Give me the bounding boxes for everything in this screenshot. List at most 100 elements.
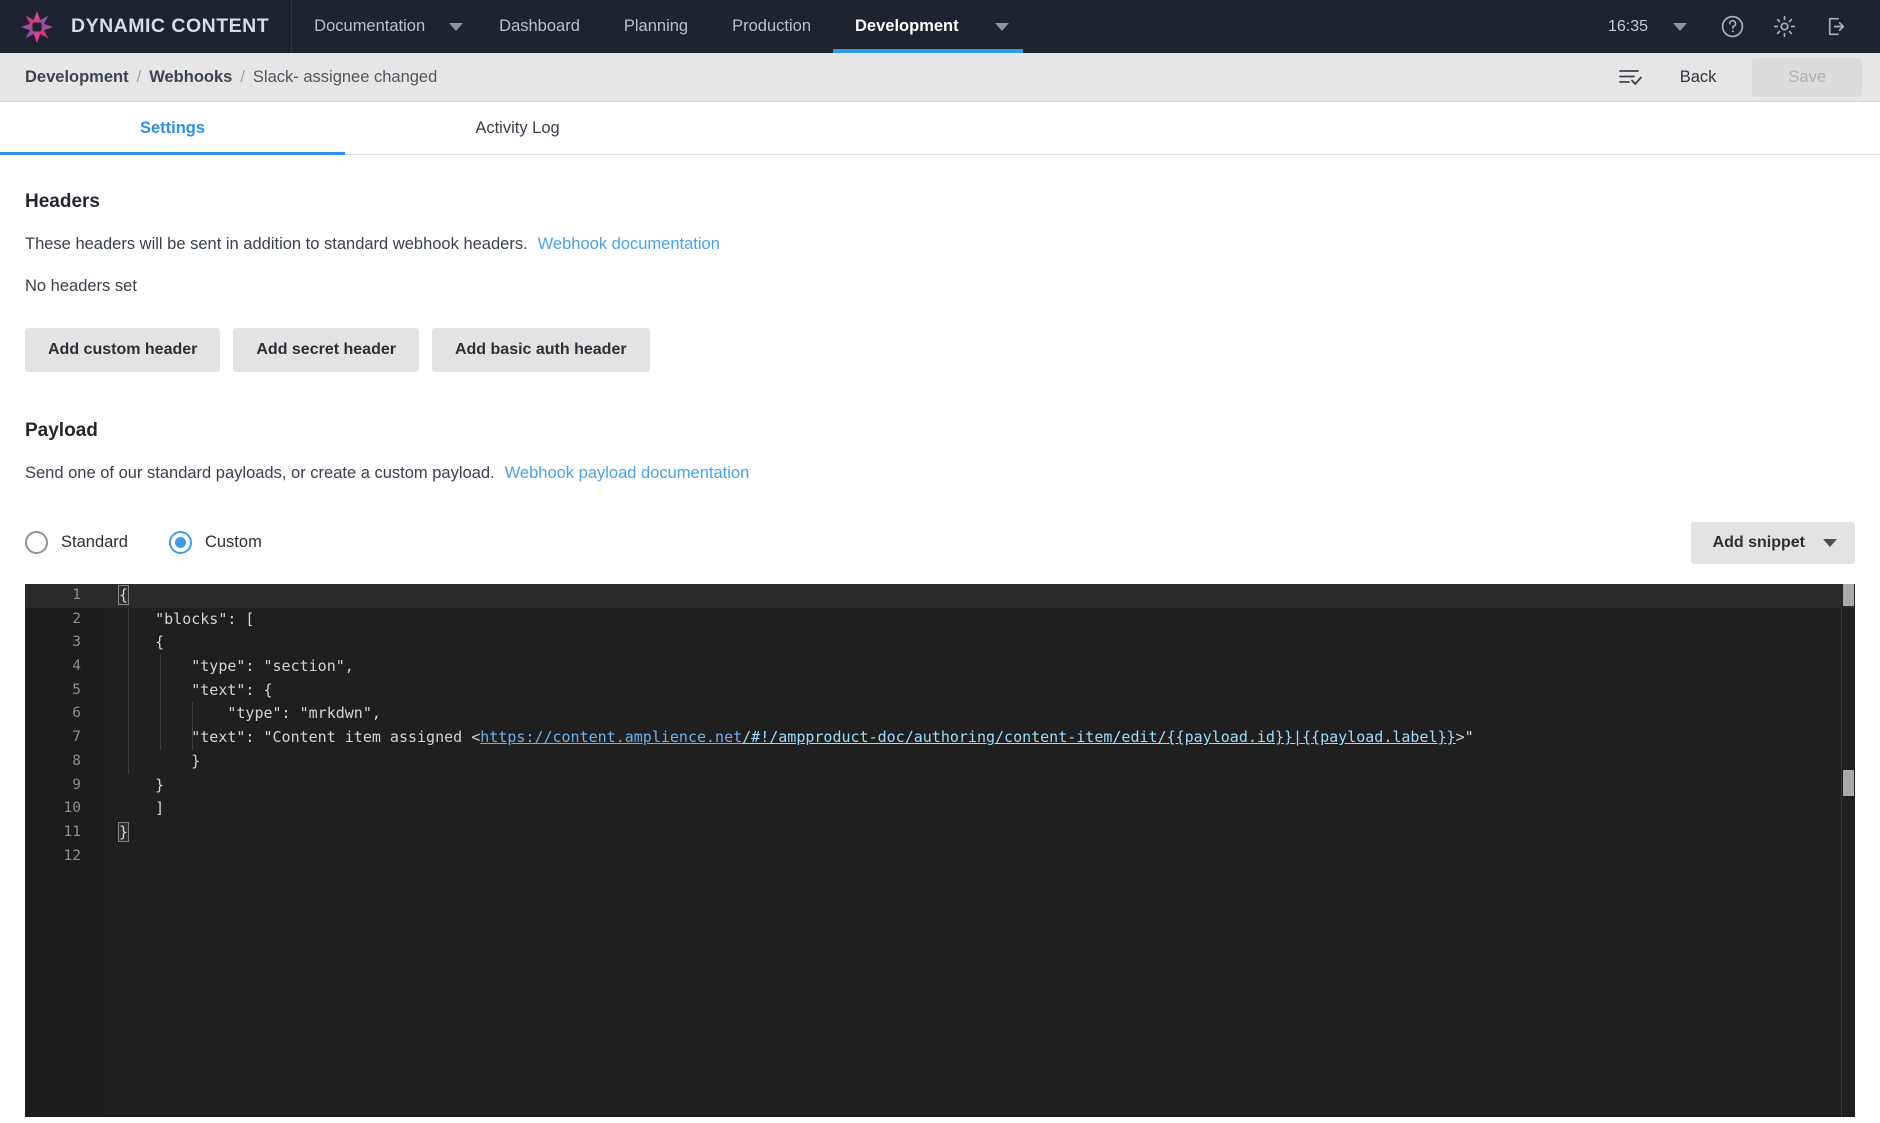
code-line[interactable]: 5 "text": { xyxy=(25,679,1855,703)
nav-item-development[interactable]: Development xyxy=(833,0,981,53)
breadcrumb-item-development[interactable]: Development xyxy=(25,68,129,87)
radio-custom-icon xyxy=(168,530,192,554)
radio-standard-label: Standard xyxy=(61,532,128,551)
logout-icon[interactable] xyxy=(1810,0,1862,53)
line-number: 11 xyxy=(63,823,81,840)
webhook-documentation-link[interactable]: Webhook documentation xyxy=(538,235,720,254)
nav-item-production[interactable]: Production xyxy=(710,0,833,53)
code-line7-pipe: | xyxy=(1293,728,1303,747)
breadcrumb-item-webhooks[interactable]: Webhooks xyxy=(149,68,232,87)
code-line[interactable]: 6 "type": "mrkdwn", xyxy=(25,702,1855,726)
settings-content: Headers These headers will be sent in ad… xyxy=(0,191,1880,564)
breadcrumb-separator: / xyxy=(136,67,142,86)
top-nav-right-cluster: 16:35 xyxy=(1608,0,1880,53)
code-line[interactable]: 1 { xyxy=(25,584,1855,608)
add-basic-auth-header-button[interactable]: Add basic auth header xyxy=(431,328,650,372)
breadcrumb-actions: Back Save xyxy=(1604,57,1862,97)
indent-guide xyxy=(160,655,161,750)
radio-option-custom[interactable]: Custom xyxy=(168,530,262,554)
help-circle-icon[interactable] xyxy=(1706,0,1758,53)
amplience-starburst-logo-icon xyxy=(16,8,58,46)
code-line7-url-scheme[interactable]: https://content.amplience.net xyxy=(480,728,742,746)
headers-section-title: Headers xyxy=(25,191,100,212)
add-snippet-button[interactable]: Add snippet xyxy=(1690,522,1855,564)
nav-development-chevron-down-icon[interactable] xyxy=(981,0,1023,53)
code-line-text: "type": "section", xyxy=(119,657,354,676)
code-line-text: "blocks": [ xyxy=(119,609,255,628)
headers-section-description-row: These headers will be sent in addition t… xyxy=(25,235,1855,254)
payload-type-radio-group: Standard Custom Add snippet xyxy=(25,522,1855,564)
line-number: 5 xyxy=(72,681,81,698)
line-number: 6 xyxy=(72,705,81,722)
code-line-text: } xyxy=(119,751,201,770)
line-number: 12 xyxy=(63,847,81,864)
tab-activity-log[interactable]: Activity Log xyxy=(345,102,690,154)
code-line[interactable]: 10 ] xyxy=(25,797,1855,821)
line-number: 10 xyxy=(63,800,81,817)
code-line[interactable]: 2 "blocks": [ xyxy=(25,608,1855,632)
add-snippet-chevron-down-icon xyxy=(1823,539,1837,547)
radio-standard-icon xyxy=(25,530,48,554)
code-line[interactable]: 3 { xyxy=(25,631,1855,655)
payload-section-description-row: Send one of our standard payloads, or cr… xyxy=(25,464,1855,483)
scrollbar-marker[interactable] xyxy=(1843,770,1854,796)
nav-item-documentation[interactable]: Documentation xyxy=(292,0,435,53)
radio-custom-label: Custom xyxy=(204,532,262,551)
nav-item-dashboard[interactable]: Dashboard xyxy=(477,0,602,53)
editor-code-area[interactable]: 1 { 2 "blocks": [ 3 { 4 "type": "section… xyxy=(25,584,1855,868)
tab-bar: Settings Activity Log xyxy=(0,102,1880,155)
line-number: 2 xyxy=(72,610,81,627)
radio-option-standard[interactable]: Standard xyxy=(25,530,128,554)
code-line[interactable]: 9 } xyxy=(25,774,1855,798)
code-line7-url-path[interactable]: /#!/ampproduct-doc/authoring/content-ite… xyxy=(742,728,1166,746)
clock-label: 16:35 xyxy=(1607,17,1648,35)
nav-group-documentation: Documentation xyxy=(292,0,477,53)
back-button[interactable]: Back xyxy=(1658,59,1739,96)
scrollbar-marker[interactable] xyxy=(1843,584,1854,606)
add-custom-header-button[interactable]: Add custom header xyxy=(25,328,221,372)
code-line[interactable]: 12 xyxy=(25,845,1855,869)
scrollbar-track-line xyxy=(1841,608,1842,1117)
payload-section-title: Payload xyxy=(25,420,98,441)
editor-vertical-scrollbar[interactable] xyxy=(1841,584,1855,1117)
brand-area[interactable]: DYNAMIC CONTENT xyxy=(0,0,293,53)
top-navigation-bar: DYNAMIC CONTENT Documentation Dashboard … xyxy=(0,0,1880,53)
code-line7-prefix: "text": "Content item assigned < xyxy=(119,728,481,747)
brand-name: DYNAMIC CONTENT xyxy=(71,15,270,37)
code-line[interactable]: 7 "text": "Content item assigned <https:… xyxy=(25,726,1855,750)
code-line-text: "type": "mrkdwn", xyxy=(119,704,381,723)
nav-documentation-chevron-down-icon[interactable] xyxy=(435,0,477,53)
payload-code-editor[interactable]: 1 { 2 "blocks": [ 3 { 4 "type": "section… xyxy=(25,584,1855,1117)
header-action-buttons: Add custom header Add secret header Add … xyxy=(25,328,1855,372)
line-number: 7 xyxy=(72,729,81,746)
webhook-payload-documentation-link[interactable]: Webhook payload documentation xyxy=(505,464,750,483)
line-number: 1 xyxy=(72,587,81,603)
add-snippet-label: Add snippet xyxy=(1712,534,1805,551)
line-number: 4 xyxy=(72,658,81,675)
gear-icon[interactable] xyxy=(1758,0,1810,53)
line-number: 9 xyxy=(72,776,81,793)
primary-nav-items: Documentation Dashboard Planning Product… xyxy=(292,0,1023,53)
code-line[interactable]: 4 "type": "section", xyxy=(25,655,1855,679)
nav-item-planning[interactable]: Planning xyxy=(602,0,710,53)
code-line7-token-id: {{payload.id}} xyxy=(1166,728,1294,747)
save-button[interactable]: Save xyxy=(1752,57,1862,97)
list-check-icon[interactable] xyxy=(1604,57,1658,97)
breadcrumb-item-current: Slack- assignee changed xyxy=(252,67,438,86)
code-line-text: ] xyxy=(119,799,165,818)
code-line-text: } xyxy=(117,821,130,842)
code-line[interactable]: 11 } xyxy=(25,821,1855,845)
line-number: 3 xyxy=(72,634,81,651)
code-line[interactable]: 8 } xyxy=(25,750,1855,774)
indent-guide xyxy=(192,702,193,750)
breadcrumb-separator: / xyxy=(240,67,245,86)
clock-chevron-down-icon[interactable] xyxy=(1654,0,1706,53)
indent-guide xyxy=(128,608,129,774)
tab-settings[interactable]: Settings xyxy=(0,102,345,155)
code-line7-suffix: >" xyxy=(1455,728,1474,747)
code-line-text: { xyxy=(119,633,165,652)
nav-group-development: Development xyxy=(833,0,1023,53)
code-line-text: { xyxy=(117,585,130,605)
line-number: 8 xyxy=(72,752,81,769)
add-secret-header-button[interactable]: Add secret header xyxy=(233,328,419,372)
